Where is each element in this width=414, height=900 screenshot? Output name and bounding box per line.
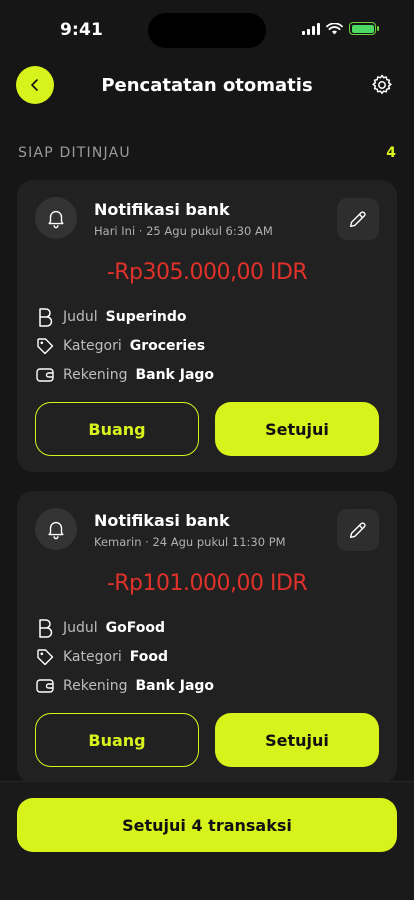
tag-icon	[35, 647, 55, 667]
page-title: Pencatatan otomatis	[101, 75, 313, 96]
wallet-icon	[35, 365, 55, 385]
title-row: Judul GoFood	[35, 618, 165, 638]
pencil-icon	[349, 211, 366, 228]
header: Pencatatan otomatis	[0, 66, 414, 106]
transaction-card: Notifikasi bank Hari Ini · 25 Agu pukul …	[17, 180, 397, 472]
battery-charging-icon	[349, 22, 379, 35]
section-count: 4	[386, 145, 396, 161]
title-row: Judul Superindo	[35, 307, 187, 327]
approve-button[interactable]: Setujui	[215, 402, 379, 456]
bell-icon	[48, 521, 64, 540]
discard-button[interactable]: Buang	[35, 713, 199, 767]
title-label: Judul	[63, 309, 98, 325]
status-time: 9:41	[60, 20, 104, 40]
wifi-icon	[326, 22, 343, 34]
edit-button[interactable]	[337, 198, 379, 240]
approve-all-button[interactable]: Setujui 4 transaksi	[17, 798, 397, 852]
title-value: Superindo	[105, 309, 187, 325]
category-value: Food	[129, 649, 168, 665]
bold-b-icon	[35, 307, 55, 327]
discard-button[interactable]: Buang	[35, 402, 199, 456]
category-row: Kategori Food	[35, 647, 168, 667]
wallet-icon	[35, 676, 55, 696]
card-source: Notifikasi bank	[94, 511, 230, 530]
section-label: SIAP DITINJAU	[18, 145, 131, 161]
bold-b-icon	[35, 618, 55, 638]
bell-icon	[48, 210, 64, 229]
bell-icon-wrap	[35, 508, 77, 550]
category-label: Kategori	[63, 338, 122, 354]
pencil-icon	[349, 522, 366, 539]
status-bar: 9:41	[0, 0, 414, 60]
card-timestamp: Kemarin · 24 Agu pukul 11:30 PM	[94, 535, 286, 549]
account-label: Rekening	[63, 367, 128, 383]
account-row: Rekening Bank Jago	[35, 676, 214, 696]
status-icons	[302, 22, 379, 35]
amount: -Rp101.000,00 IDR	[106, 571, 308, 596]
gear-icon[interactable]	[370, 73, 394, 97]
tag-icon	[35, 336, 55, 356]
account-value: Bank Jago	[135, 678, 215, 694]
card-source: Notifikasi bank	[94, 200, 230, 219]
title-value: GoFood	[105, 620, 166, 636]
account-label: Rekening	[63, 678, 128, 694]
bell-icon-wrap	[35, 197, 77, 239]
edit-button[interactable]	[337, 509, 379, 551]
approve-button[interactable]: Setujui	[215, 713, 379, 767]
account-row: Rekening Bank Jago	[35, 365, 214, 385]
category-value: Groceries	[129, 338, 206, 354]
category-row: Kategori Groceries	[35, 336, 205, 356]
transaction-card: Notifikasi bank Kemarin · 24 Agu pukul 1…	[17, 491, 397, 783]
dynamic-island	[148, 13, 266, 48]
bottom-bar: Setujui 4 transaksi	[0, 781, 414, 900]
amount: -Rp305.000,00 IDR	[106, 260, 308, 285]
card-timestamp: Hari Ini · 25 Agu pukul 6:30 AM	[94, 224, 273, 238]
signal-icon	[302, 22, 320, 35]
category-label: Kategori	[63, 649, 122, 665]
account-value: Bank Jago	[135, 367, 215, 383]
title-label: Judul	[63, 620, 98, 636]
section-header: SIAP DITINJAU 4	[18, 145, 396, 161]
